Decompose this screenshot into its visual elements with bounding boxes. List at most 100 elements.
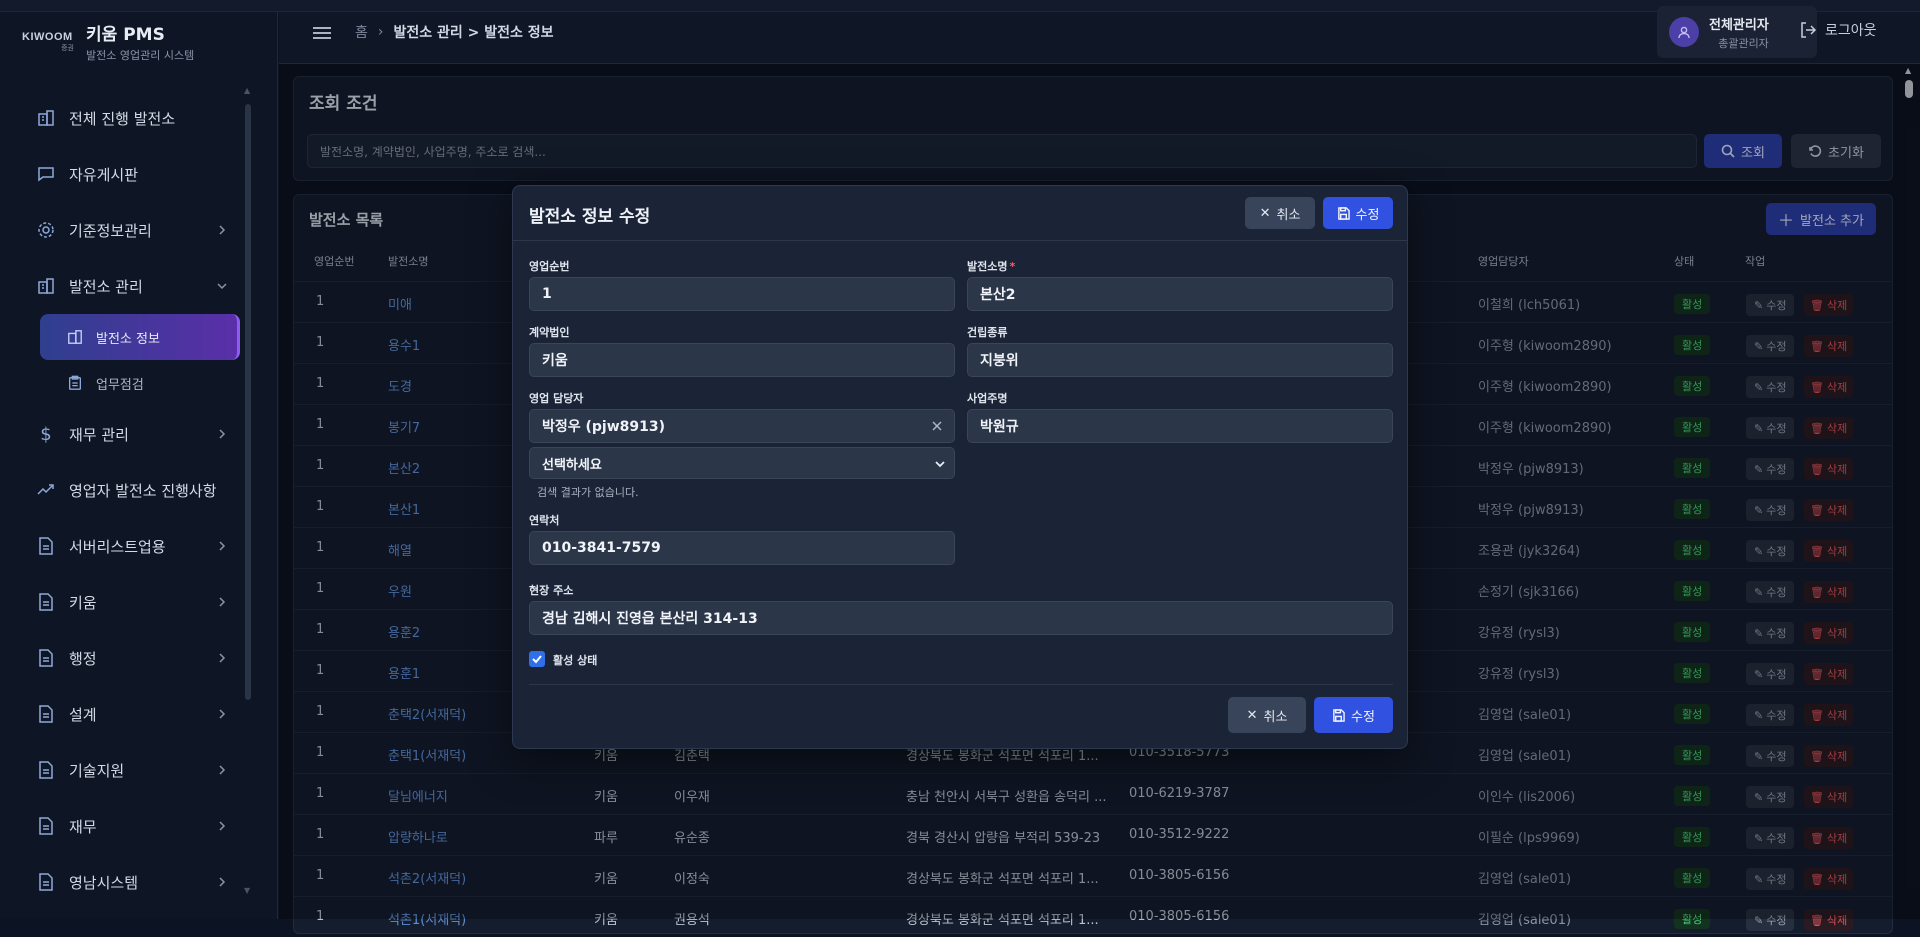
document-icon [36, 536, 56, 556]
gear-icon [36, 220, 56, 240]
document-icon [36, 872, 56, 892]
breadcrumb-current: 발전소 관리 > 발전소 정보 [393, 25, 554, 41]
clear-icon[interactable] [930, 419, 944, 433]
sidebar-item-sales-progress[interactable]: 영업자 발전소 진행사항 [20, 462, 240, 518]
logo-mark: KIWOOM 증권 [22, 27, 80, 57]
sidebar-item-tech-support[interactable]: 기술지원 [20, 742, 240, 798]
modal-divider [513, 240, 1407, 241]
sidebar-item-label: 영업자 발전소 진행사항 [69, 481, 217, 500]
manager-select-value: 선택하세요 [542, 457, 602, 473]
sidebar-item-board[interactable]: 자유게시판 [20, 146, 240, 202]
corp-input[interactable]: 키움 [529, 343, 955, 377]
manager-hint: 검색 결과가 없습니다. [537, 486, 639, 499]
modal-save-button-top[interactable]: 수정 [1323, 197, 1393, 229]
header: 홈 › 발전소 관리 > 발전소 정보 전체관리자 총괄관리자 로그아웃 [279, 6, 1920, 64]
plant-name-label-text: 발전소명 [967, 260, 1008, 273]
corp-label: 계약법인 [529, 326, 570, 339]
build-type-input[interactable]: 지붕위 [967, 343, 1393, 377]
sidebar-item-plant-mgmt[interactable]: 발전소 관리 [20, 258, 240, 314]
document-icon [36, 760, 56, 780]
phone-input[interactable]: 010-3841-7579 [529, 531, 955, 565]
chevron-right-icon [219, 653, 226, 663]
save-label: 수정 [1355, 207, 1380, 223]
seq-value: 1 [542, 286, 552, 302]
required-marker: * [1009, 260, 1016, 273]
chevron-down-icon [217, 283, 227, 290]
owner-input[interactable]: 박원규 [967, 409, 1393, 443]
sidebar-scrollbar[interactable] [245, 104, 251, 700]
close-icon: ✕ [1259, 205, 1271, 221]
sidebar-subitem-plant-info[interactable]: 발전소 정보 [40, 314, 240, 360]
breadcrumb: 홈 › 발전소 관리 > 발전소 정보 [355, 22, 554, 42]
seq-input[interactable]: 1 [529, 277, 955, 311]
document-icon [36, 648, 56, 668]
active-label: 활성 상태 [553, 654, 598, 667]
user-menu[interactable]: 전체관리자 총괄관리자 [1657, 6, 1817, 58]
sidebar-item-label: 자유게시판 [69, 165, 139, 184]
chevron-right-icon [219, 225, 226, 235]
manager-search-input[interactable]: 박정우 (pjw8913) [529, 409, 955, 443]
sidebar-scroll-down-icon[interactable]: ▼ [244, 886, 252, 895]
modal-cancel-button[interactable]: ✕ 취소 [1228, 697, 1306, 733]
address-value: 경남 김해시 진영읍 본산리 314-13 [542, 611, 758, 627]
sidebar-item-label: 영남시스템 [69, 873, 139, 892]
owner-value: 박원규 [980, 419, 1019, 435]
sidebar-item-yeongnam[interactable]: 영남시스템 [20, 854, 240, 910]
chevron-right-icon [219, 597, 226, 607]
sidebar-item-server-list[interactable]: 서버리스트업용 [20, 518, 240, 574]
sidebar-item-design[interactable]: 설계 [20, 686, 240, 742]
top-strip [0, 0, 1920, 12]
app-title: 키움 PMS [86, 25, 165, 45]
breadcrumb-home[interactable]: 홈 [355, 22, 368, 42]
sidebar-item-label: 기준정보관리 [69, 221, 152, 240]
sidebar-item-base-info[interactable]: 기준정보관리 [20, 202, 240, 258]
manager-value: 박정우 (pjw8913) [542, 419, 666, 435]
document-icon [36, 704, 56, 724]
active-checkbox[interactable] [529, 651, 545, 667]
chevron-right-icon [219, 877, 226, 887]
address-label: 현장 주소 [529, 584, 574, 597]
sidebar-item-all-plants[interactable]: 전체 진행 발전소 [20, 90, 240, 146]
sidebar-item-finance-mgmt[interactable]: $ 재무 관리 [20, 406, 240, 462]
close-icon: ✕ [1246, 707, 1258, 723]
sidebar-item-finance[interactable]: 재무 [20, 798, 240, 854]
user-icon [1678, 26, 1690, 39]
corp-value: 키움 [542, 353, 568, 369]
save-label: 수정 [1351, 709, 1375, 725]
logout-label: 로그아웃 [1825, 23, 1877, 39]
modal-save-button[interactable]: 수정 [1314, 697, 1393, 733]
chevron-right-icon [219, 821, 226, 831]
sidebar-item-kiwoom[interactable]: 키움 [20, 574, 240, 630]
sidebar-subitem-label: 업무점검 [96, 377, 144, 393]
sidebar-item-label: 설계 [69, 705, 97, 724]
app-subtitle: 발전소 영업관리 시스템 [86, 49, 195, 62]
menu-icon[interactable] [313, 24, 331, 42]
logo[interactable]: KIWOOM 증권 키움 PMS 발전소 영업관리 시스템 [22, 20, 194, 63]
logout-button[interactable]: 로그아웃 [1799, 20, 1877, 40]
logout-icon [1801, 22, 1817, 38]
manager-select[interactable]: 선택하세요 [529, 447, 955, 479]
modal-title: 발전소 정보 수정 [529, 207, 651, 227]
check-icon [532, 655, 542, 664]
chevron-right-icon [219, 429, 226, 439]
sidebar-scroll-up-icon[interactable]: ▲ [244, 86, 252, 95]
logo-mark-sub: 증권 [61, 43, 74, 52]
chevron-right-icon [219, 709, 226, 719]
address-input[interactable]: 경남 김해시 진영읍 본산리 314-13 [529, 601, 1393, 635]
plant-name-input[interactable]: 본산2 [967, 277, 1393, 311]
sidebar-item-admin[interactable]: 행정 [20, 630, 240, 686]
plant-name-value: 본산2 [980, 287, 1016, 303]
user-name: 전체관리자 [1709, 17, 1769, 33]
sidebar-item-label: 기술지원 [69, 761, 125, 780]
trend-icon [36, 480, 56, 500]
build-type-value: 지붕위 [980, 353, 1019, 369]
avatar [1669, 17, 1699, 47]
sidebar-item-label: 서버리스트업용 [69, 537, 166, 556]
sidebar: KIWOOM 증권 키움 PMS 발전소 영업관리 시스템 ▲ ▼ 전체 진행 … [0, 12, 278, 919]
document-icon [36, 592, 56, 612]
sidebar-subitem-task-check[interactable]: 업무점검 [40, 360, 240, 406]
modal-cancel-button-top[interactable]: ✕ 취소 [1245, 197, 1315, 229]
plant-name-label: 발전소명 * [967, 258, 1015, 274]
sidebar-item-label: 재무 [69, 817, 97, 836]
build-type-label: 건립종류 [967, 326, 1008, 339]
